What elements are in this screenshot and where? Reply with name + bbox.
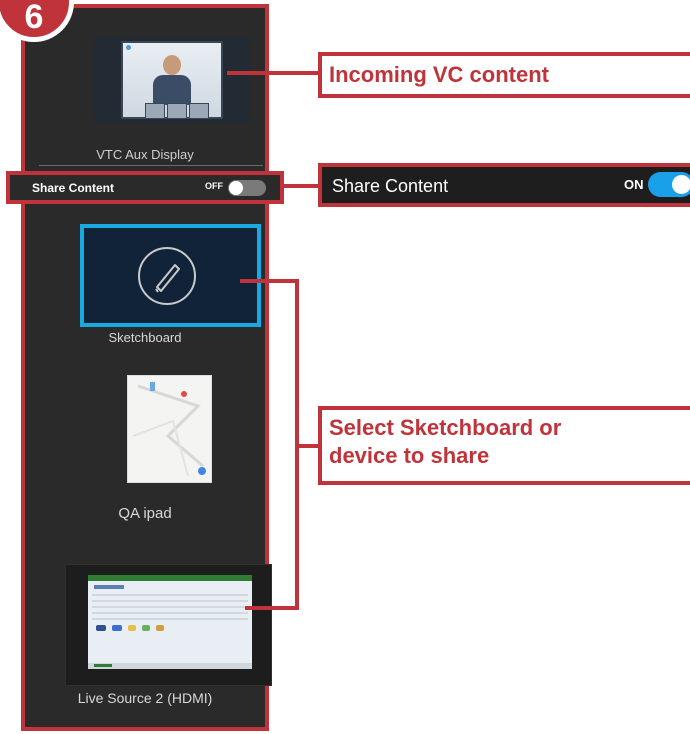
presenter-body bbox=[153, 75, 191, 105]
step-number: 6 bbox=[24, 0, 44, 36]
presenter-head bbox=[163, 55, 181, 75]
select-line-1: Select Sketchboard or bbox=[329, 415, 562, 440]
connector-line bbox=[245, 606, 299, 610]
map-preview bbox=[128, 376, 211, 482]
share-toggle-state: OFF bbox=[205, 181, 223, 191]
vtc-aux-display-label: VTC Aux Display bbox=[96, 147, 194, 162]
live-source-2-hdmi-thumbnail[interactable] bbox=[65, 564, 272, 686]
share-content-toggle[interactable] bbox=[228, 180, 266, 196]
participant-tile bbox=[167, 103, 187, 119]
spreadsheet-preview bbox=[88, 575, 252, 669]
participant-tile bbox=[189, 103, 209, 119]
sketchboard-tile[interactable] bbox=[80, 224, 261, 327]
live-source-2-label: Live Source 2 (HDMI) bbox=[77, 690, 213, 706]
share-content-callout-label: Share Content bbox=[332, 176, 449, 196]
select-source-callout: Select Sketchboard or device to share bbox=[318, 406, 690, 485]
vtc-video-preview bbox=[121, 41, 223, 119]
sketchboard-label: Sketchboard bbox=[108, 330, 182, 345]
share-content-toggle-on[interactable] bbox=[648, 172, 690, 197]
vtc-aux-display-thumbnail[interactable] bbox=[94, 37, 250, 123]
share-on-state: ON bbox=[624, 177, 644, 192]
share-content-row: Share Content OFF bbox=[6, 171, 284, 204]
participant-tile bbox=[145, 103, 165, 119]
connector-line bbox=[284, 184, 318, 188]
pencil-icon bbox=[138, 247, 196, 305]
share-content-on-callout: Share Content ON bbox=[318, 163, 690, 207]
share-content-label: Share Content bbox=[32, 181, 115, 195]
status-dot bbox=[126, 45, 131, 50]
connector-line bbox=[295, 444, 318, 448]
qa-ipad-label: QA ipad bbox=[118, 505, 172, 522]
select-line-2: device to share bbox=[329, 443, 490, 468]
divider bbox=[39, 165, 263, 166]
connector-line bbox=[240, 279, 299, 283]
qa-ipad-thumbnail[interactable] bbox=[127, 375, 212, 483]
content-source-panel: VTC Aux Display bbox=[21, 4, 272, 731]
connector-line bbox=[227, 71, 318, 75]
incoming-vc-callout: Incoming VC content bbox=[318, 52, 690, 98]
